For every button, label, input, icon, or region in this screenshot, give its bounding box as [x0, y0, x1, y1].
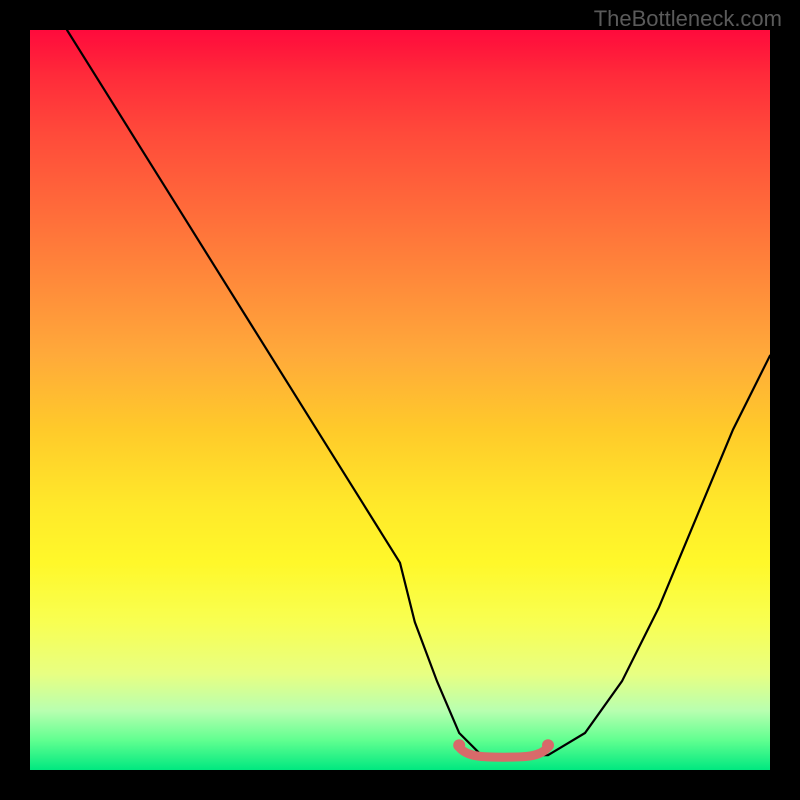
watermark-text: TheBottleneck.com [594, 6, 782, 32]
chart-svg [30, 30, 770, 770]
flat-zone-right-dot [542, 739, 554, 751]
flat-zone-left-dot [453, 739, 465, 751]
bottleneck-curve-path [67, 30, 770, 755]
chart-plot-area [30, 30, 770, 770]
flat-zone-marker [459, 747, 548, 757]
